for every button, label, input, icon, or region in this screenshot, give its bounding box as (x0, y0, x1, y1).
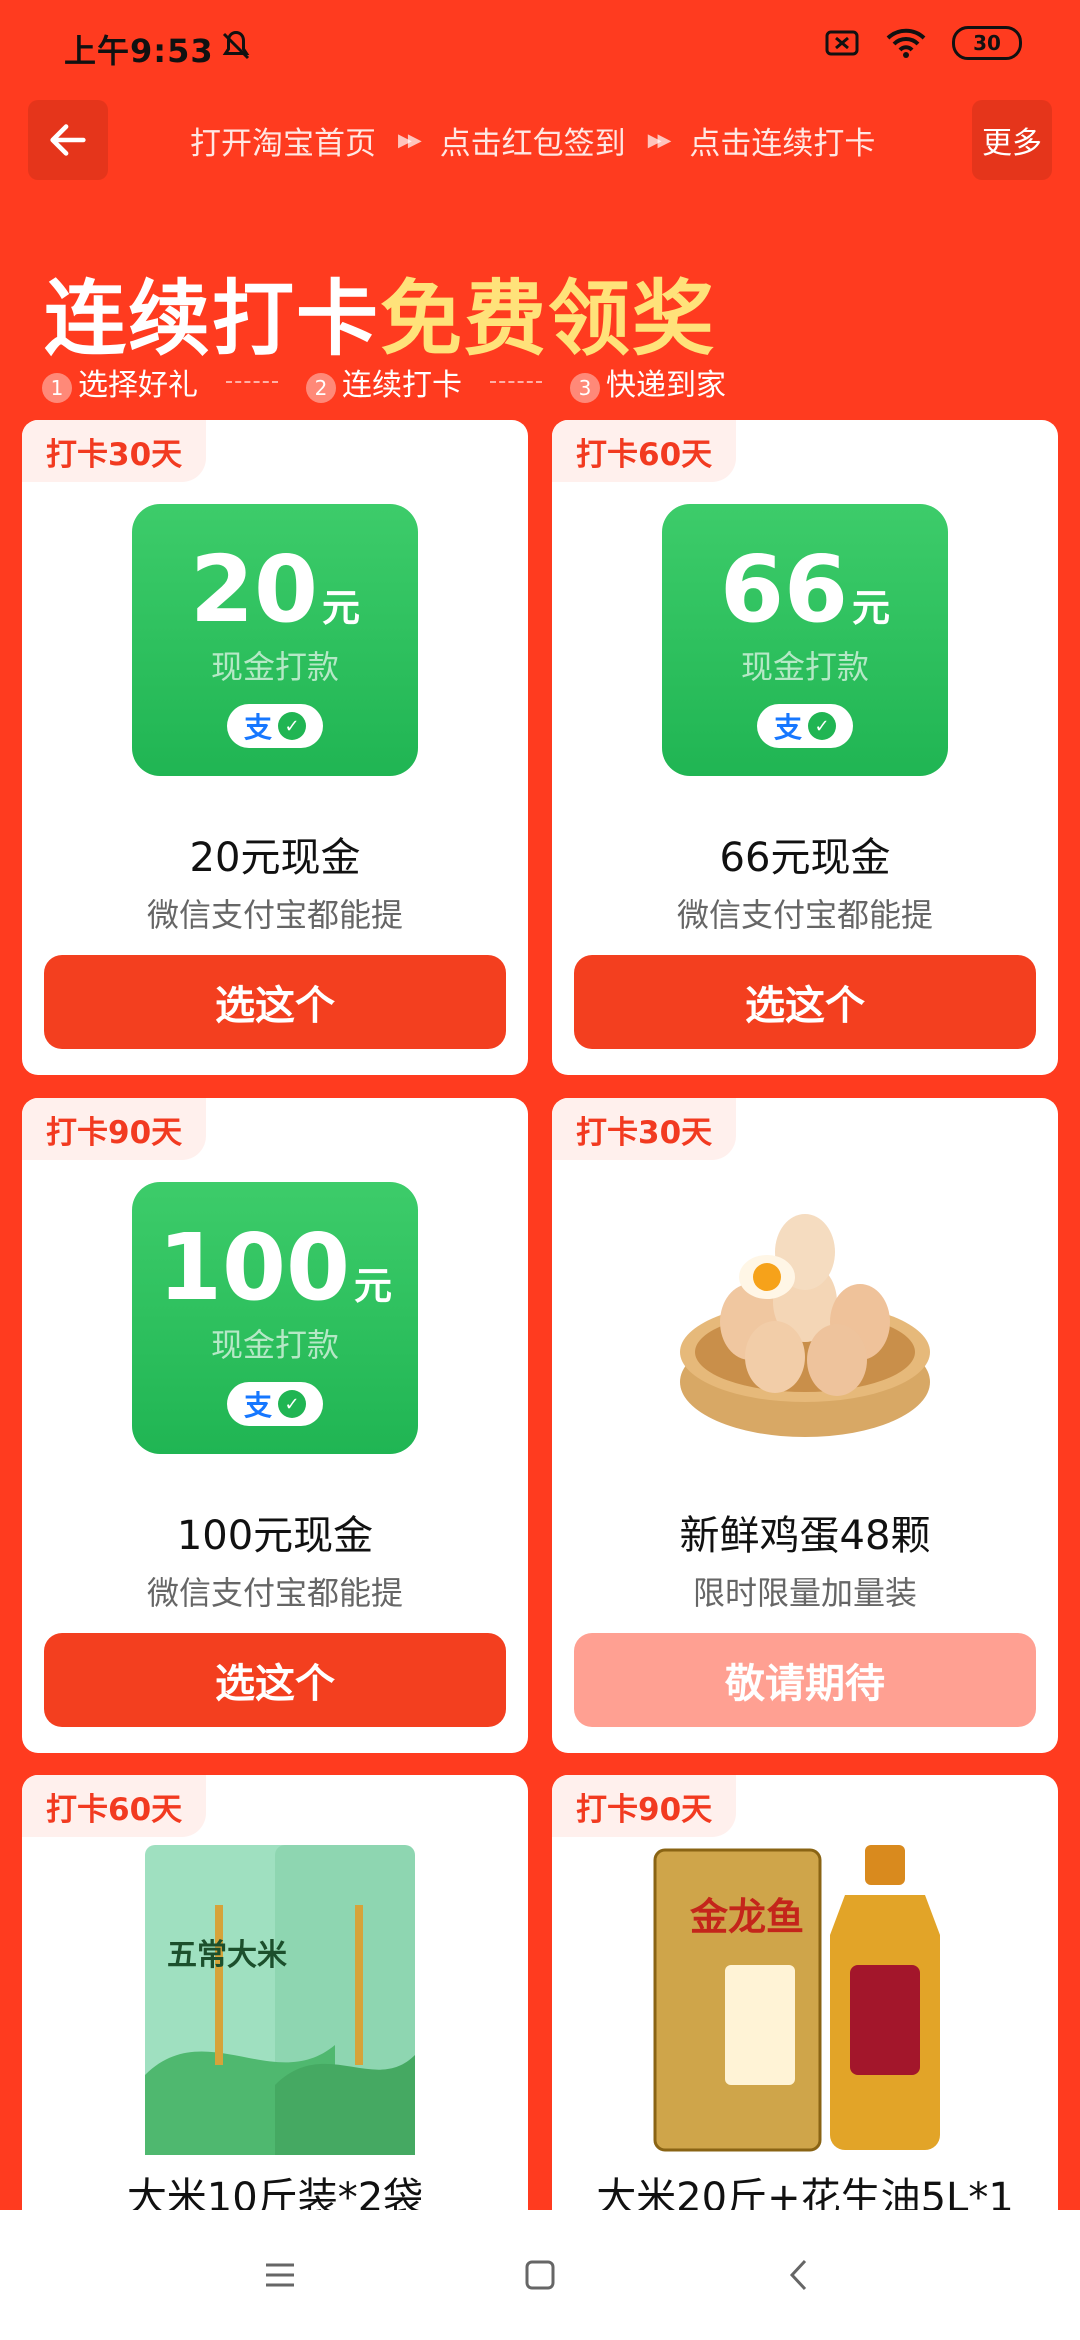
select-button[interactable]: 选这个 (574, 955, 1036, 1049)
cash-subtitle: 现金打款 (210, 648, 339, 686)
status-icons: 30 (824, 26, 1022, 60)
sim-off-icon (825, 30, 859, 56)
select-button[interactable]: 选这个 (44, 955, 506, 1049)
days-badge: 打卡30天 (552, 1098, 737, 1160)
reward-card: 打卡60天 66 元 现金打款 支 ✓ 66元现金 微信支付宝都能提 选这个 (552, 420, 1058, 1075)
days-badge: 打卡60天 (552, 420, 737, 482)
back-chevron-icon[interactable] (780, 2255, 820, 2295)
title-main: 连续打卡 (44, 272, 381, 367)
wifi-icon (886, 28, 926, 58)
card-title: 新鲜鸡蛋48颗 (679, 1513, 931, 1559)
arrow-left-icon (50, 124, 86, 156)
reward-card: 打卡90天 100 元 现金打款 支 ✓ 100元现金 微信支付宝都能提 选这个 (22, 1098, 528, 1753)
cash-amount: 20 (189, 536, 318, 643)
status-time: 上午9:53 (64, 32, 214, 70)
cash-tile: 66 元 现金打款 支 ✓ (662, 504, 948, 776)
double-arrow-icon: ▶▶ (647, 130, 672, 151)
step-divider (490, 381, 542, 383)
cash-unit: 元 (354, 1264, 393, 1308)
days-badge: 打卡60天 (22, 1775, 207, 1837)
reward-card: 打卡30天 新鲜鸡蛋48颗 限时限量加量装 敬请期待 (552, 1098, 1058, 1753)
card-subtitle: 微信支付宝都能提 (146, 1574, 403, 1612)
step-divider (226, 381, 278, 383)
cash-amount: 66 (719, 536, 848, 643)
title-highlight: 免费领奖 (380, 272, 717, 367)
rice-product-image: 五常大米 (145, 1845, 415, 2155)
card-title: 66元现金 (719, 835, 891, 881)
cash-subtitle: 现金打款 (740, 648, 869, 686)
double-arrow-icon: ▶▶ (398, 130, 422, 151)
cash-unit: 元 (322, 586, 361, 630)
payment-methods: 支 ✓ (757, 704, 853, 748)
rice-oil-product-image: 金龙鱼 (653, 1845, 940, 2152)
page-title: 连续打卡免费领奖 (44, 252, 716, 371)
reward-card: 打卡30天 20 元 现金打款 支 ✓ 20元现金 微信支付宝都能提 选这个 (22, 420, 528, 1075)
payment-methods: 支 ✓ (227, 704, 323, 748)
cash-subtitle: 现金打款 (210, 1326, 339, 1364)
top-nav: 打开淘宝首页 ▶▶ 点击红包签到 ▶▶ 点击连续打卡 更多 (28, 100, 1052, 182)
step-label: 快递到家 (606, 368, 726, 403)
card-title: 100元现金 (176, 1513, 374, 1559)
step-number: 1 (42, 373, 72, 403)
reward-card: 打卡90天 金龙鱼 大米20斤+花生油5L*1 (552, 1775, 1058, 2245)
coming-soon-button[interactable]: 敬请期待 (574, 1633, 1036, 1727)
system-navigation-bar (0, 2210, 1080, 2340)
guide-step: 打开淘宝首页 (190, 126, 376, 162)
payment-methods: 支 ✓ (227, 1382, 323, 1426)
alipay-icon: 支 (243, 711, 272, 744)
guide-steps: 打开淘宝首页 ▶▶ 点击红包签到 ▶▶ 点击连续打卡 (190, 118, 875, 163)
guide-step: 点击红包签到 (439, 126, 626, 162)
card-subtitle: 微信支付宝都能提 (146, 896, 403, 934)
cash-unit: 元 (852, 586, 891, 630)
brand-text: 金龙鱼 (689, 1895, 804, 1939)
alipay-icon: 支 (243, 1389, 272, 1422)
cash-tile: 20 元 现金打款 支 ✓ (132, 504, 418, 776)
battery-indicator: 30 (952, 26, 1022, 60)
days-badge: 打卡90天 (552, 1775, 737, 1837)
step-label: 连续打卡 (342, 368, 462, 403)
days-badge: 打卡30天 (22, 420, 207, 482)
home-square-icon[interactable] (520, 2255, 560, 2295)
card-subtitle: 限时限量加量装 (692, 1574, 917, 1612)
wechat-check-icon: ✓ (808, 712, 836, 740)
back-button[interactable] (28, 100, 108, 180)
muted-bell-icon (222, 30, 250, 60)
progress-steps: 1 选择好礼 2 连续打卡 3 快递到家 (42, 360, 726, 404)
guide-step: 点击连续打卡 (689, 126, 876, 162)
card-title: 20元现金 (189, 835, 361, 881)
wechat-check-icon: ✓ (278, 712, 306, 740)
eggs-product-image (680, 1214, 930, 1437)
cash-tile: 100 元 现金打款 支 ✓ (132, 1182, 418, 1454)
step-label: 选择好礼 (78, 368, 198, 403)
alipay-icon: 支 (773, 711, 802, 744)
days-badge: 打卡90天 (22, 1098, 207, 1160)
step-number: 2 (306, 373, 336, 403)
select-button[interactable]: 选这个 (44, 1633, 506, 1727)
menu-icon[interactable] (260, 2255, 300, 2295)
card-subtitle: 微信支付宝都能提 (676, 896, 933, 934)
cash-amount: 100 (157, 1214, 351, 1321)
more-button[interactable]: 更多 (972, 100, 1052, 180)
status-bar: 上午9:53 30 (0, 0, 1080, 95)
wechat-check-icon: ✓ (278, 1390, 306, 1418)
reward-card: 打卡60天 五常大米 大米10斤装*2袋 (22, 1775, 528, 2245)
rice-bag-text: 五常大米 (167, 1938, 287, 1973)
step-number: 3 (570, 373, 600, 403)
